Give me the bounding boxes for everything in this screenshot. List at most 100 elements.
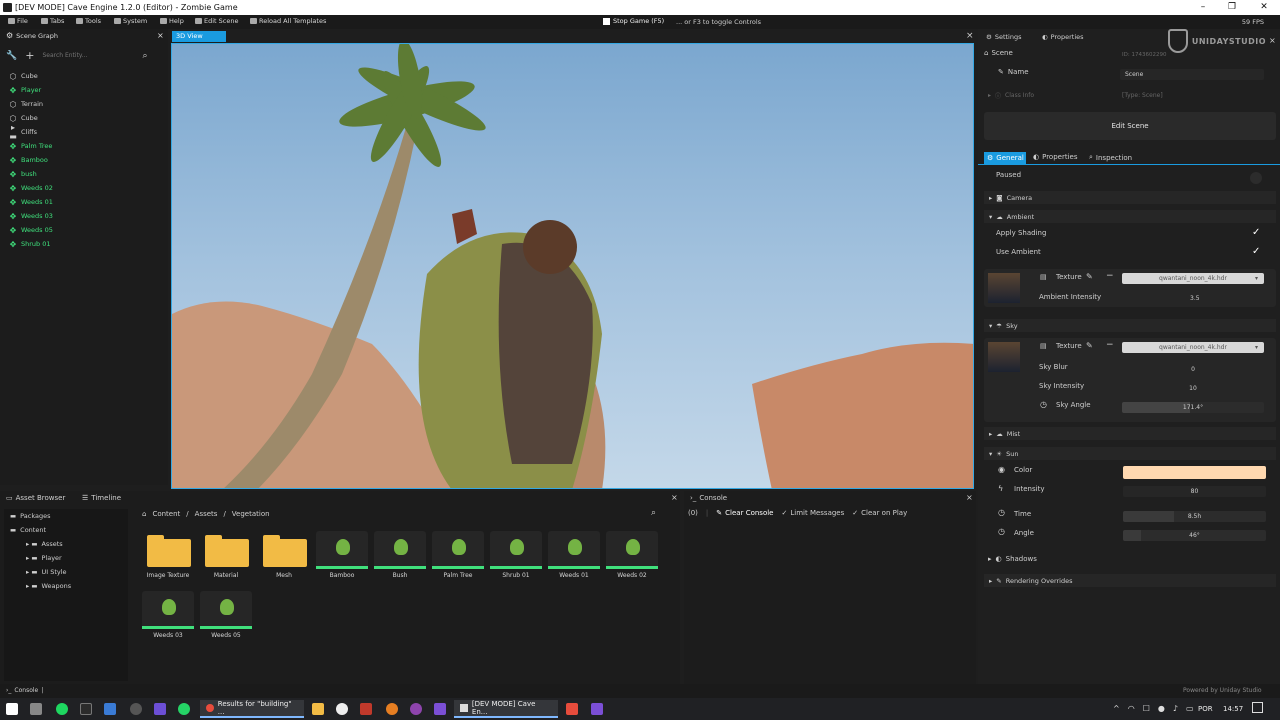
- tab-properties[interactable]: ◐ Properties: [1042, 33, 1084, 41]
- stop-game-button[interactable]: Stop Game (F5): [603, 17, 664, 25]
- asset-tree-item[interactable]: ▸ ▬ Assets: [4, 537, 128, 551]
- whatsapp-icon[interactable]: [178, 703, 190, 715]
- sun-time-slider[interactable]: 8.5h: [1123, 511, 1266, 522]
- mist-section[interactable]: ▸ ☁ Mist: [984, 427, 1276, 440]
- close-viewport-icon[interactable]: ×: [966, 31, 974, 41]
- menu-tools[interactable]: Tools: [76, 17, 101, 25]
- sky-texture-select[interactable]: qwantani_noon_4k.hdr ▾: [1122, 342, 1264, 353]
- asset-tile[interactable]: Palm Tree: [432, 531, 484, 581]
- language-indicator[interactable]: POR: [1198, 705, 1213, 713]
- unreal-icon[interactable]: [336, 703, 348, 715]
- notifications-icon[interactable]: [1252, 702, 1263, 713]
- sun-section[interactable]: ▾ ☀ Sun: [984, 447, 1276, 460]
- close-asset-browser-icon[interactable]: ×: [671, 493, 678, 502]
- tab-asset-browser[interactable]: ▭ Asset Browser: [6, 494, 65, 502]
- tab-timeline[interactable]: ☰ Timeline: [82, 494, 121, 502]
- clear-on-play-toggle[interactable]: ✓ Clear on Play: [852, 509, 907, 517]
- menu-tabs[interactable]: Tabs: [41, 17, 64, 25]
- remove-texture-icon[interactable]: −: [1106, 271, 1114, 281]
- scene-tree-item[interactable]: ⬡ Terrain: [9, 97, 53, 111]
- asset-tree-item[interactable]: ▸ ▬ UI Style: [4, 565, 128, 579]
- tab-3d-view[interactable]: 3D View: [172, 31, 226, 42]
- asset-tile[interactable]: Mesh: [258, 531, 310, 581]
- blender-icon[interactable]: [386, 703, 398, 715]
- edit-texture-icon[interactable]: ✎: [1086, 272, 1093, 281]
- menu-reload-templates[interactable]: Reload All Templates: [250, 17, 326, 25]
- paused-toggle[interactable]: [1250, 172, 1262, 184]
- scene-tree-item[interactable]: ✥ Bamboo: [9, 153, 53, 167]
- mic-icon[interactable]: ●: [1158, 704, 1165, 713]
- visual-studio-icon[interactable]: [434, 703, 446, 715]
- sun-intensity-field[interactable]: 80: [1123, 486, 1266, 497]
- name-field[interactable]: Scene: [1120, 69, 1264, 80]
- sky-section[interactable]: ▾ ☂ Sky: [984, 319, 1276, 332]
- minimize-button[interactable]: –: [1191, 1, 1215, 14]
- asset-tree-item[interactable]: ▸ ▬ Weapons: [4, 579, 128, 593]
- search-entity-input[interactable]: [42, 50, 133, 61]
- asset-tree-item[interactable]: ▸ ▬ Player: [4, 551, 128, 565]
- taskbar-chrome[interactable]: Results for "building" ...: [200, 700, 304, 718]
- close-icon[interactable]: ×: [157, 31, 164, 40]
- tab-scene[interactable]: ⌂ Scene: [984, 49, 1013, 57]
- clear-console-button[interactable]: ✎ Clear Console: [716, 509, 773, 517]
- app-icon[interactable]: [104, 703, 116, 715]
- subtab-general[interactable]: ⚙ General: [984, 152, 1026, 164]
- ambient-texture-select[interactable]: qwantani_noon_4k.hdr ▾: [1122, 273, 1264, 284]
- asset-tile[interactable]: Weeds 01: [548, 531, 600, 581]
- asset-tree-item[interactable]: ▬ Content: [4, 523, 128, 537]
- clock[interactable]: 14:57: [1223, 705, 1243, 713]
- remove-texture-icon[interactable]: −: [1106, 340, 1114, 350]
- menu-file[interactable]: File: [8, 17, 28, 25]
- tab-settings[interactable]: ⚙ Settings: [986, 33, 1022, 41]
- search-icon[interactable]: ⌕: [142, 51, 147, 61]
- start-icon[interactable]: [6, 703, 18, 715]
- notes-icon[interactable]: [80, 703, 92, 715]
- tab-console[interactable]: ›_ Console: [690, 494, 727, 502]
- scene-graph-tab[interactable]: ⚙ Scene Graph ×: [0, 29, 168, 42]
- ambient-section[interactable]: ▾ ☁ Ambient: [984, 210, 1276, 223]
- scene-tree-item[interactable]: ✥ Palm Tree: [9, 139, 53, 153]
- chevron-up-icon[interactable]: ^: [1113, 704, 1120, 713]
- asset-tile[interactable]: Bamboo: [316, 531, 368, 581]
- asset-tile[interactable]: Weeds 05: [200, 591, 252, 641]
- scene-tree-item[interactable]: ✥ Weeds 01: [9, 195, 53, 209]
- close-console-icon[interactable]: ×: [966, 493, 973, 502]
- maximize-button[interactable]: ❐: [1220, 1, 1244, 14]
- volume-icon[interactable]: ♪: [1173, 704, 1178, 713]
- scene-tree-item[interactable]: ✥ Player: [9, 83, 53, 97]
- breadcrumb-assets[interactable]: Assets: [195, 510, 218, 518]
- asset-tile[interactable]: Weeds 03: [142, 591, 194, 641]
- app-icon[interactable]: [360, 703, 372, 715]
- app-icon[interactable]: [410, 703, 422, 715]
- sun-color-swatch[interactable]: [1123, 466, 1266, 479]
- edit-texture-icon[interactable]: ✎: [1086, 341, 1093, 350]
- scene-tree-item[interactable]: ✥ Weeds 03: [9, 209, 53, 223]
- close-window-button[interactable]: ✕: [1252, 1, 1276, 14]
- chat-icon[interactable]: ☐: [1143, 704, 1150, 713]
- asset-tree-item[interactable]: ▬ Packages: [4, 509, 128, 523]
- limit-messages-toggle[interactable]: ✓ Limit Messages: [781, 509, 844, 517]
- use-ambient-checkbox[interactable]: ✓: [1252, 246, 1260, 257]
- menu-system[interactable]: System: [114, 17, 147, 25]
- taskbar-cave-engine[interactable]: [DEV MODE] Cave En...: [454, 700, 558, 718]
- scene-tree-item[interactable]: ✥ Weeds 02: [9, 181, 53, 195]
- sun-angle-slider[interactable]: 46°: [1123, 530, 1266, 541]
- menu-edit-scene[interactable]: Edit Scene: [195, 17, 238, 25]
- apply-shading-checkbox[interactable]: ✓: [1252, 227, 1260, 238]
- asset-tile[interactable]: Image Texture: [142, 531, 194, 581]
- rendering-overrides-section[interactable]: ▸ ✎ Rendering Overrides: [984, 574, 1276, 587]
- sky-intensity-field[interactable]: 10: [1122, 383, 1264, 394]
- ambient-intensity-value[interactable]: 3.5: [1190, 295, 1200, 302]
- asset-tile[interactable]: Bush: [374, 531, 426, 581]
- shadows-section[interactable]: ▸ ◐ Shadows: [988, 555, 1037, 563]
- scene-tree-item[interactable]: ✥ Weeds 05: [9, 223, 53, 237]
- edit-scene-button[interactable]: Edit Scene: [984, 112, 1276, 140]
- obs-icon[interactable]: [130, 703, 142, 715]
- camera-section[interactable]: ▸ ◙ Camera: [984, 191, 1276, 204]
- close-panel-icon[interactable]: ×: [1269, 36, 1276, 45]
- status-console[interactable]: ›_ Console |: [6, 687, 43, 694]
- taskview-icon[interactable]: [30, 703, 42, 715]
- add-entity-icon[interactable]: +: [25, 49, 34, 62]
- subtab-inspection[interactable]: ⌕ Inspection: [1089, 153, 1132, 162]
- scene-tree-item[interactable]: ✥ Shrub 01: [9, 237, 53, 251]
